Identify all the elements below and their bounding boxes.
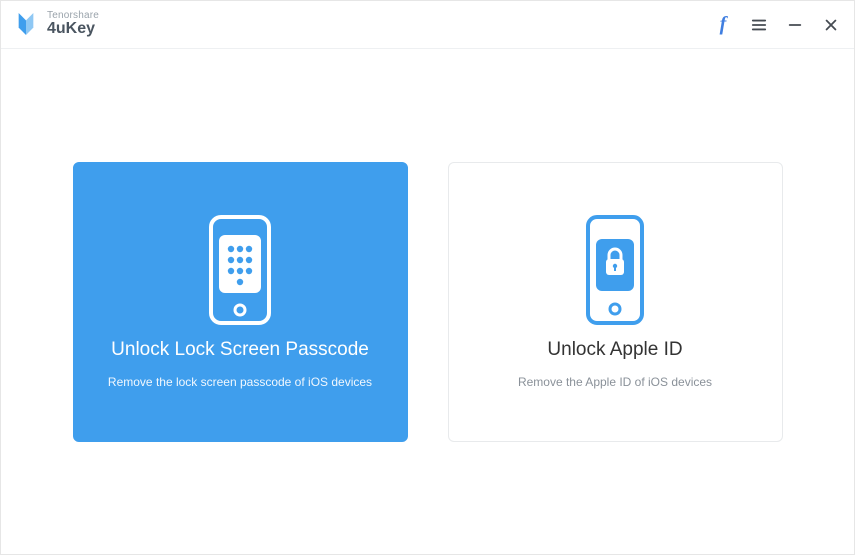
unlock-passcode-card[interactable]: Unlock Lock Screen Passcode Remove the l… xyxy=(73,162,408,442)
unlock-appleid-subtitle: Remove the Apple ID of iOS devices xyxy=(518,375,712,389)
brand-product: 4uKey xyxy=(47,21,99,38)
main-content: Unlock Lock Screen Passcode Remove the l… xyxy=(1,49,854,554)
phone-lock-icon xyxy=(580,215,650,325)
app-window: Tenorshare 4uKey f xyxy=(0,0,855,555)
titlebar-controls: f xyxy=(714,16,840,34)
unlock-appleid-card[interactable]: Unlock Apple ID Remove the Apple ID of i… xyxy=(448,162,783,442)
unlock-passcode-subtitle: Remove the lock screen passcode of iOS d… xyxy=(108,375,372,389)
phone-passcode-icon xyxy=(205,215,275,325)
unlock-passcode-title: Unlock Lock Screen Passcode xyxy=(111,339,369,361)
close-icon[interactable] xyxy=(822,16,840,34)
menu-icon[interactable] xyxy=(750,16,768,34)
logo-icon xyxy=(15,11,37,37)
brand-text: Tenorshare 4uKey xyxy=(47,11,99,38)
brand: Tenorshare 4uKey xyxy=(15,11,99,38)
titlebar: Tenorshare 4uKey f xyxy=(1,1,854,49)
unlock-appleid-title: Unlock Apple ID xyxy=(547,339,682,361)
minimize-icon[interactable] xyxy=(786,16,804,34)
facebook-icon[interactable]: f xyxy=(714,16,732,34)
